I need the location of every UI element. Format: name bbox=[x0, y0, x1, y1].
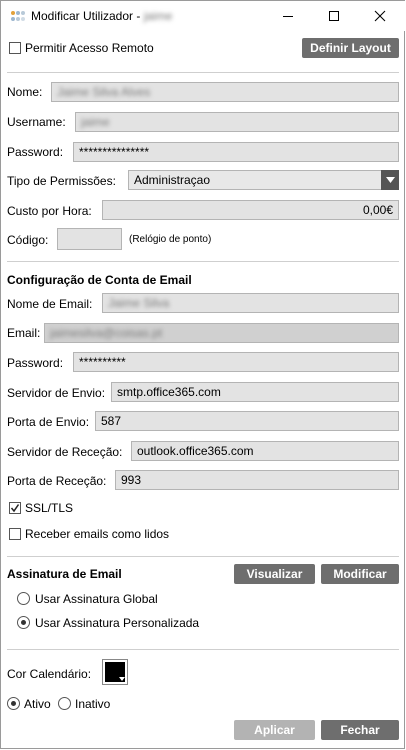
password-input[interactable]: *************** bbox=[73, 142, 399, 162]
modify-user-window: Modificar Utilizador - jaime Permitir Ac… bbox=[0, 0, 405, 749]
signature-section-title: Assinatura de Email bbox=[7, 567, 122, 581]
calendar-color-label: Cor Calendário: bbox=[7, 667, 92, 681]
receive-server-input[interactable]: outlook.office365.com bbox=[131, 441, 399, 461]
divider bbox=[7, 261, 399, 262]
send-port-label: Porta de Envio: bbox=[7, 415, 90, 429]
code-input[interactable] bbox=[57, 228, 122, 250]
code-hint: (Relógio de ponto) bbox=[129, 234, 212, 245]
read-emails-checkbox[interactable] bbox=[9, 528, 21, 540]
email-name-label: Nome de Email: bbox=[7, 297, 93, 311]
apply-button[interactable]: Aplicar bbox=[234, 720, 315, 740]
divider bbox=[7, 556, 399, 557]
name-input[interactable]: Jaime Silva Alves bbox=[51, 82, 399, 102]
permissions-select[interactable]: Administraçao bbox=[128, 170, 399, 190]
app-icon bbox=[11, 11, 25, 21]
divider bbox=[7, 649, 399, 650]
calendar-color-picker[interactable] bbox=[102, 659, 128, 685]
inactive-radio[interactable] bbox=[58, 697, 71, 710]
ssl-label: SSL/TLS bbox=[25, 501, 74, 515]
permissions-dropdown-button[interactable] bbox=[381, 170, 399, 190]
window-title-prefix: Modificar Utilizador - bbox=[31, 9, 141, 23]
global-signature-radio[interactable] bbox=[17, 592, 30, 605]
custom-signature-radio[interactable] bbox=[17, 616, 30, 629]
modify-signature-button[interactable]: Modificar bbox=[321, 564, 399, 584]
email-name-value: Jaime Silva bbox=[108, 296, 170, 310]
minimize-button[interactable] bbox=[265, 1, 311, 31]
email-password-input[interactable]: ********** bbox=[73, 352, 399, 372]
receive-port-input[interactable]: 993 bbox=[115, 470, 399, 490]
divider bbox=[7, 72, 399, 73]
email-name-input[interactable]: Jaime Silva bbox=[102, 293, 399, 313]
receive-port-label: Porta de Receção: bbox=[7, 474, 107, 488]
minimize-icon bbox=[283, 16, 293, 17]
username-value: jaime bbox=[81, 115, 110, 129]
email-password-label: Password: bbox=[7, 356, 64, 370]
name-value: Jaime Silva Alves bbox=[57, 85, 151, 99]
close-icon bbox=[374, 10, 386, 22]
username-input[interactable]: jaime bbox=[75, 112, 399, 132]
remote-access-checkbox[interactable] bbox=[9, 42, 21, 54]
send-server-input[interactable]: smtp.office365.com bbox=[111, 382, 399, 402]
email-section-title: Configuração de Conta de Email bbox=[7, 273, 192, 287]
global-signature-label: Usar Assinatura Global bbox=[35, 592, 158, 606]
username-label: Username: bbox=[7, 115, 66, 129]
permissions-value: Administraçao bbox=[134, 173, 211, 187]
chevron-down-icon bbox=[385, 177, 395, 183]
maximize-button[interactable] bbox=[311, 1, 357, 31]
remote-access-label: Permitir Acesso Remoto bbox=[25, 41, 154, 55]
read-emails-label: Receber emails como lidos bbox=[25, 527, 170, 541]
active-radio[interactable] bbox=[7, 697, 20, 710]
active-label: Ativo bbox=[24, 697, 51, 711]
custom-signature-label: Usar Assinatura Personalizada bbox=[35, 616, 200, 630]
define-layout-button[interactable]: Definir Layout bbox=[302, 38, 399, 58]
receive-server-label: Servidor de Receção: bbox=[7, 445, 123, 459]
code-label: Código: bbox=[7, 233, 49, 247]
chevron-down-icon bbox=[119, 677, 125, 681]
send-server-label: Servidor de Envio: bbox=[7, 386, 106, 400]
window-title-username: jaime bbox=[143, 9, 173, 23]
name-label: Nome: bbox=[7, 85, 43, 99]
title-bar: Modificar Utilizador - jaime bbox=[1, 1, 405, 31]
email-input[interactable]: jaimesilva@coisas.pt bbox=[44, 323, 399, 343]
window-title: Modificar Utilizador - jaime bbox=[31, 9, 172, 23]
checkmark-icon bbox=[10, 504, 20, 513]
email-value: jaimesilva@coisas.pt bbox=[50, 326, 163, 340]
maximize-icon bbox=[329, 11, 339, 21]
cost-label: Custo por Hora: bbox=[7, 204, 92, 218]
close-window-button[interactable] bbox=[357, 1, 403, 31]
password-label: Password: bbox=[7, 145, 64, 159]
cost-input[interactable]: 0,00€ bbox=[102, 200, 399, 220]
ssl-checkbox[interactable] bbox=[9, 502, 21, 514]
preview-signature-button[interactable]: Visualizar bbox=[234, 564, 315, 584]
permissions-label: Tipo de Permissões: bbox=[7, 174, 116, 188]
inactive-label: Inativo bbox=[75, 697, 111, 711]
close-button[interactable]: Fechar bbox=[321, 720, 399, 740]
email-label: Email: bbox=[7, 326, 41, 340]
send-port-input[interactable]: 587 bbox=[95, 411, 399, 431]
